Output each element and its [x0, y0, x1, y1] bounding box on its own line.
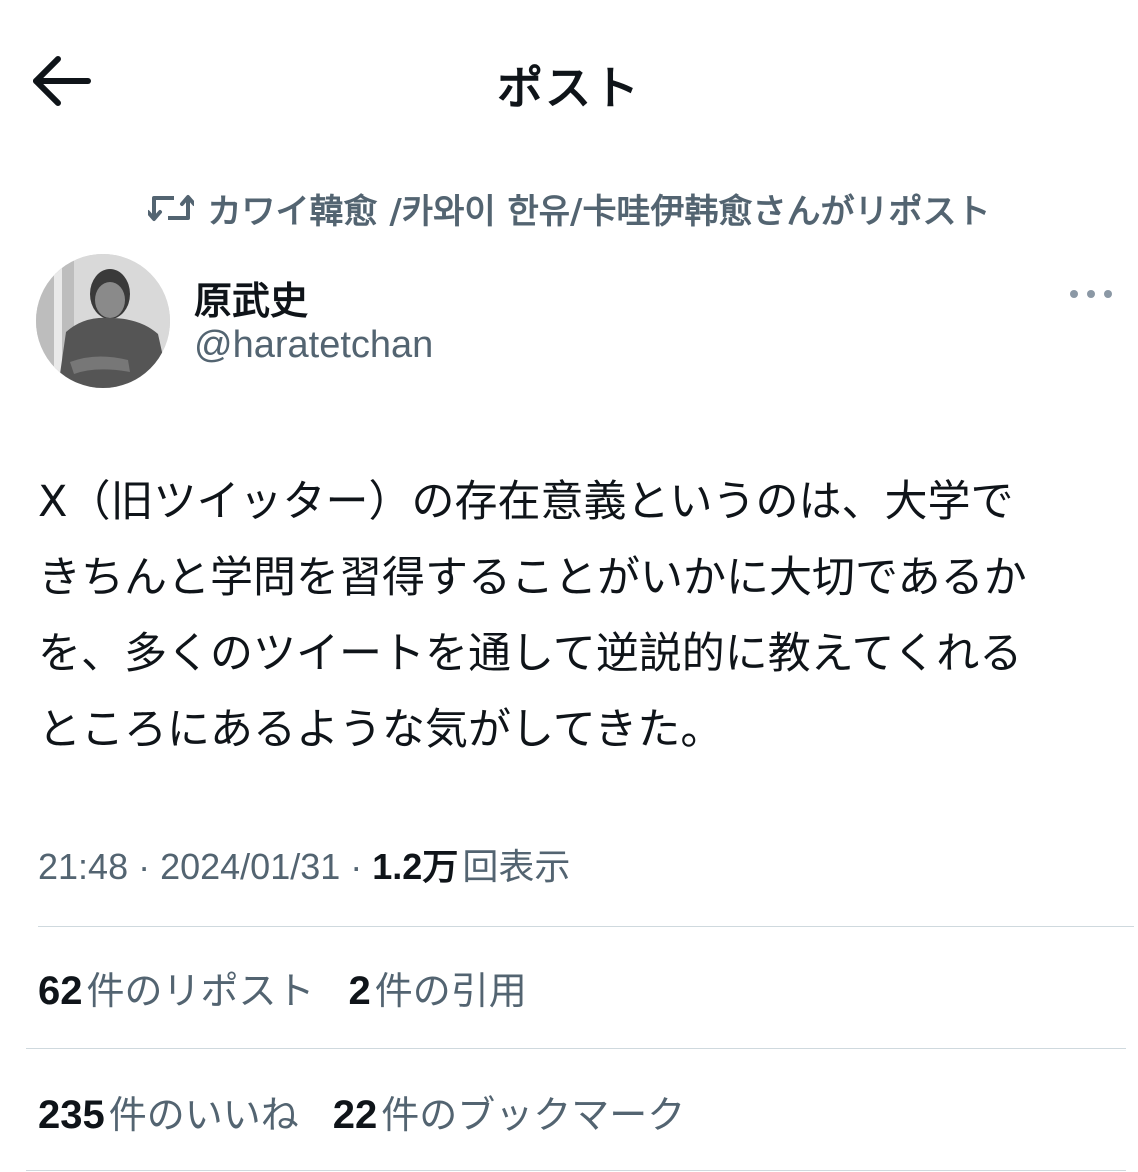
- views-label: 回表示: [462, 846, 571, 887]
- top-bar: ポスト: [0, 0, 1138, 160]
- retweet-icon: [147, 195, 194, 221]
- stats-row-likes: 235 件のいいね 22 件のブックマーク: [38, 1084, 719, 1139]
- repost-context[interactable]: カワイ韓愈 /카와이 한유/卡哇伊韩愈さんがリポスト: [0, 184, 1138, 232]
- repost-context-text: カワイ韓愈 /카와이 한유/卡哇伊韩愈さんがリポスト: [207, 191, 991, 232]
- likes-label: 件のいいね: [108, 1093, 299, 1137]
- author-handle[interactable]: @haratetchan: [194, 324, 433, 367]
- author-display-name[interactable]: 原武史: [194, 270, 308, 325]
- avatar[interactable]: [36, 254, 170, 388]
- more-horizontal-icon: [1070, 290, 1112, 298]
- bookmarks-count: 22: [332, 1093, 378, 1137]
- likes-stat[interactable]: 235 件のいいね: [38, 1084, 299, 1139]
- quotes-count: 2: [348, 969, 371, 1013]
- author-row: 原武史 @haratetchan: [36, 254, 1116, 394]
- views-count: 1.2万: [372, 846, 459, 887]
- more-button[interactable]: [1066, 278, 1116, 308]
- post-time[interactable]: 21:48: [38, 846, 128, 888]
- divider: [38, 926, 1134, 927]
- avatar-photo: [36, 254, 170, 388]
- meta-separator: ·: [138, 846, 151, 887]
- quotes-label: 件の引用: [374, 969, 527, 1013]
- divider: [26, 1048, 1126, 1049]
- quotes-stat[interactable]: 2 件の引用: [349, 960, 527, 1015]
- meta-separator: ·: [350, 846, 363, 887]
- bookmarks-label: 件のブックマーク: [381, 1093, 686, 1137]
- stats-row-reposts: 62 件のリポスト 2 件の引用: [38, 960, 561, 1015]
- reposts-stat[interactable]: 62 件のリポスト: [38, 960, 315, 1015]
- post-text: X（旧ツイッター）の存在意義というのは、大学で きちんと学問を習得することがいか…: [38, 477, 1027, 755]
- bookmarks-stat[interactable]: 22 件のブックマーク: [333, 1084, 686, 1139]
- likes-count: 235: [38, 1093, 105, 1137]
- reposts-count: 62: [38, 969, 83, 1013]
- page-title: ポスト: [497, 61, 641, 115]
- divider: [26, 1170, 1126, 1171]
- reposts-label: 件のリポスト: [86, 969, 315, 1013]
- post-date[interactable]: 2024/01/31: [160, 846, 340, 888]
- post-meta: 21:48 · 2024/01/31 · 1.2万 回表示: [38, 838, 570, 890]
